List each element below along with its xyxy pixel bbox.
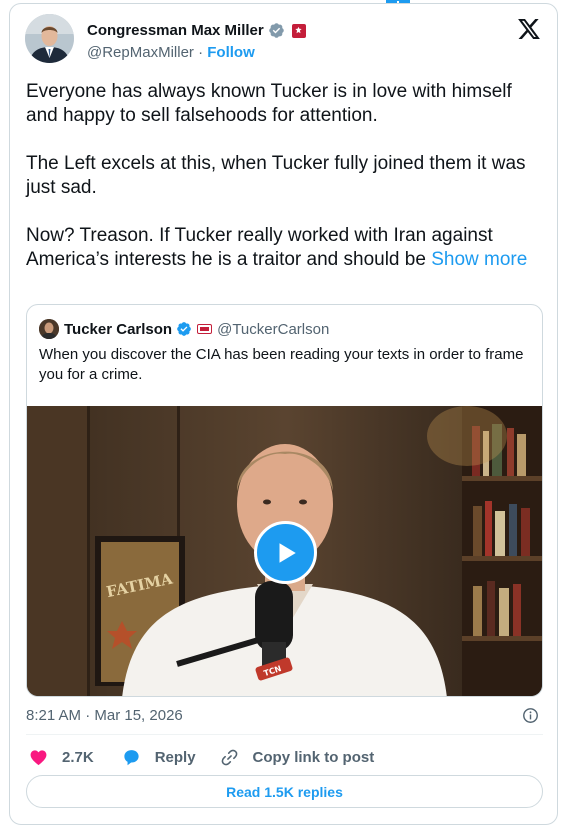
play-icon	[279, 542, 296, 563]
tweet-paragraph-last: Now? Treason. If Tucker really worked wi…	[26, 224, 546, 272]
follow-button[interactable]: Follow	[207, 44, 255, 61]
author-name[interactable]: Congressman Max Miller	[87, 22, 264, 39]
quote-text: When you discover the CIA has been readi…	[39, 346, 524, 383]
quote-header: Tucker Carlson @TuckerCarlson	[39, 319, 329, 339]
verified-icon	[268, 23, 284, 38]
like-count: 2.7K	[62, 748, 94, 766]
quote-video[interactable]: FATIMA TCN	[27, 406, 542, 696]
affiliation-badge-icon	[197, 324, 213, 334]
heart-icon	[30, 749, 47, 765]
reply-button[interactable]: Reply	[122, 748, 196, 767]
quote-avatar[interactable]	[39, 319, 59, 339]
play-button[interactable]	[254, 521, 317, 584]
x-logo-icon[interactable]	[518, 19, 540, 39]
author-name-row[interactable]: Congressman Max Miller	[87, 22, 306, 39]
author-meta: @RepMaxMiller · Follow	[87, 44, 255, 61]
copy-link-button[interactable]: Copy link to post	[220, 748, 375, 767]
quote-author-name[interactable]: Tucker Carlson	[64, 321, 172, 338]
affiliation-badge-icon	[291, 23, 306, 38]
read-replies-button[interactable]: Read 1.5K replies	[26, 775, 543, 808]
divider	[26, 734, 543, 735]
author-avatar[interactable]	[25, 14, 74, 63]
tweet-text: Everyone has always known Tucker is in l…	[26, 80, 546, 296]
tweet-paragraph: The Left excels at this, when Tucker ful…	[26, 153, 526, 198]
show-more-link[interactable]: Show more	[431, 249, 527, 270]
action-bar: 2.7K Reply Copy link to post	[26, 745, 374, 769]
quote-author-handle[interactable]: @TuckerCarlson	[217, 321, 329, 338]
info-icon[interactable]	[522, 707, 539, 724]
tweet-card: Congressman Max Miller @RepMaxMiller · F…	[9, 3, 558, 825]
tweet-timestamp[interactable]: 8:21 AM · Mar 15, 2026	[26, 707, 183, 724]
author-handle[interactable]: @RepMaxMiller	[87, 44, 194, 61]
link-icon	[221, 749, 237, 765]
tweet-paragraph-text: Now? Treason. If Tucker really worked wi…	[26, 225, 493, 270]
quoted-tweet[interactable]: Tucker Carlson @TuckerCarlson When you d…	[26, 304, 543, 697]
verified-icon	[177, 322, 191, 336]
reply-icon	[124, 749, 139, 765]
reply-label: Reply	[154, 748, 196, 766]
copy-link-label: Copy link to post	[252, 748, 375, 766]
meta-separator: ·	[198, 44, 204, 61]
tweet-paragraph: Everyone has always known Tucker is in l…	[26, 81, 512, 126]
like-button[interactable]: 2.7K	[29, 748, 94, 767]
